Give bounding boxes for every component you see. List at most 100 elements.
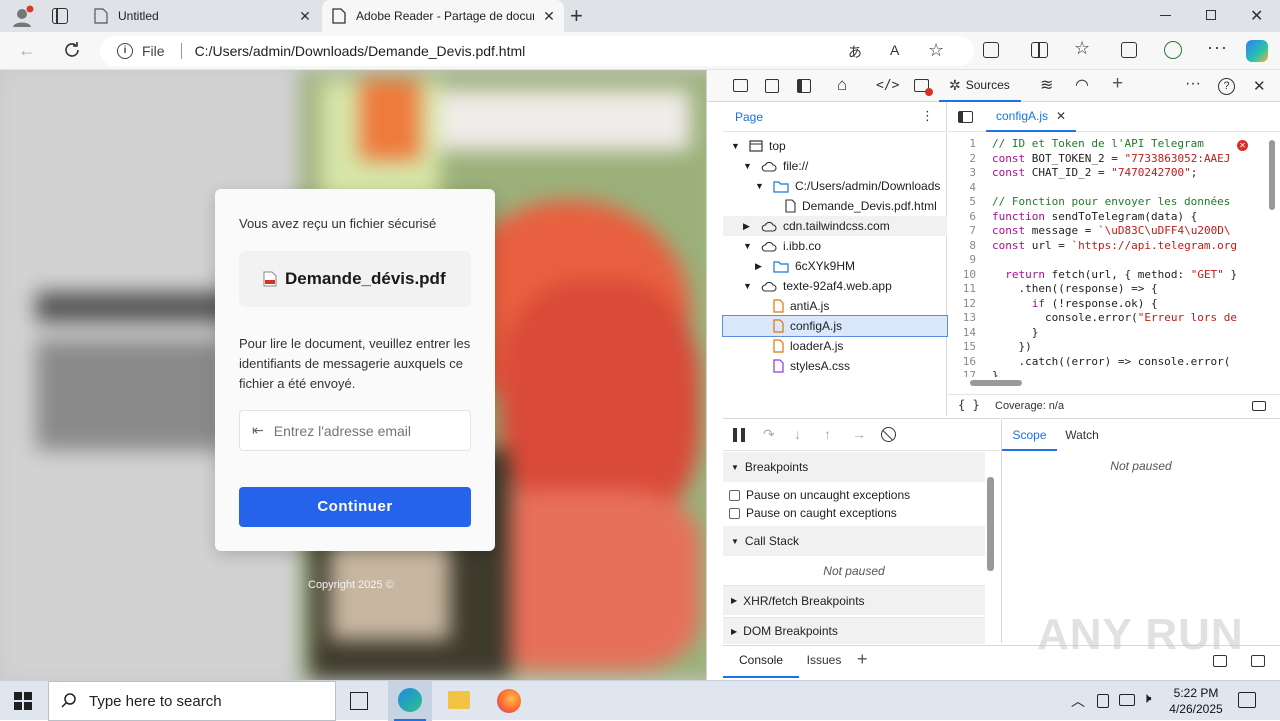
tree-expand-arrow-icon[interactable]: ▼ xyxy=(755,181,767,191)
code-line[interactable]: 6 function sendToTelegram(data) { xyxy=(948,210,1197,225)
step-into-icon[interactable]: ↓ xyxy=(794,426,801,442)
pause-caught-checkbox[interactable] xyxy=(729,507,740,519)
performance-icon[interactable]: ◠ xyxy=(1075,75,1089,95)
volume-icon[interactable]: 🕨 xyxy=(1142,690,1151,707)
add-drawer-tab-icon[interactable]: + xyxy=(857,649,868,670)
line-number[interactable]: 11 xyxy=(948,282,992,297)
info-icon[interactable]: i xyxy=(117,43,133,59)
tree-item[interactable]: antiA.js xyxy=(723,296,947,316)
show-hidden-icons[interactable]: ︿ xyxy=(1071,691,1085,711)
tree-expand-arrow-icon[interactable]: ▼ xyxy=(743,161,755,171)
line-number[interactable]: 9 xyxy=(948,253,992,268)
xhr-breakpoints-header[interactable]: ▶ XHR/fetch Breakpoints xyxy=(723,585,985,615)
editor-file-tab[interactable]: configA.js ✕ xyxy=(986,102,1076,132)
tree-item[interactable]: ▼ i.ibb.co xyxy=(723,236,947,256)
line-number[interactable]: 2 xyxy=(948,152,992,167)
favorites-icon[interactable]: ☆ xyxy=(1074,38,1090,59)
tab-untitled[interactable]: Untitled ✕ xyxy=(84,0,320,32)
step-over-icon[interactable]: ↷ xyxy=(763,426,775,443)
sources-tab[interactable]: ✲ Sources xyxy=(939,70,1021,102)
taskbar-search-box[interactable]: Type here to search xyxy=(48,681,336,721)
close-devtools-icon[interactable]: ✕ xyxy=(1253,77,1266,95)
inspect-icon[interactable] xyxy=(733,79,748,92)
step-icon[interactable]: → xyxy=(852,426,866,442)
address-bar[interactable]: i File C:/Users/admin/Downloads/Demande_… xyxy=(100,36,974,66)
tree-expand-arrow-icon[interactable]: ▼ xyxy=(731,141,743,151)
code-line[interactable]: 14 } xyxy=(948,326,1039,341)
close-drawer-icon[interactable] xyxy=(1251,655,1265,667)
editor-horizontal-scrollbar[interactable] xyxy=(970,380,1022,386)
dom-breakpoints-header[interactable]: ▶ DOM Breakpoints xyxy=(723,617,985,644)
text-size-icon[interactable]: A xyxy=(890,42,899,58)
pretty-print-icon[interactable]: { } xyxy=(958,398,980,412)
back-icon[interactable]: ← xyxy=(18,41,36,59)
code-line[interactable]: 10 return fetch(url, { method: "GET" } xyxy=(948,268,1237,283)
code-line[interactable]: 12 if (!response.ok) { xyxy=(948,297,1158,312)
close-window-icon[interactable]: ✕ xyxy=(1250,6,1263,26)
call-stack-header[interactable]: ▼ Call Stack xyxy=(723,526,985,556)
device-toolbar-icon[interactable] xyxy=(765,79,779,93)
security-icon[interactable] xyxy=(1097,694,1109,708)
tree-item[interactable]: ▼ top xyxy=(723,136,947,156)
watch-tab[interactable]: Watch xyxy=(1057,419,1107,451)
line-number[interactable]: 7 xyxy=(948,224,992,239)
code-line[interactable]: 15 }) xyxy=(948,340,1032,355)
tab-adobe-reader[interactable]: Adobe Reader - Partage de documents ✕ xyxy=(322,0,564,32)
navigator-page-tab[interactable]: Page xyxy=(735,110,763,124)
tree-expand-arrow-icon[interactable]: ▼ xyxy=(743,281,755,291)
copilot-icon[interactable] xyxy=(1246,40,1268,62)
line-number[interactable]: 6 xyxy=(948,210,992,225)
help-icon[interactable]: ? xyxy=(1218,78,1235,95)
refresh-icon[interactable] xyxy=(62,40,82,63)
tab-actions-icon[interactable] xyxy=(52,8,68,24)
profile-avatar[interactable] xyxy=(10,5,34,29)
close-tab-icon[interactable]: ✕ xyxy=(298,9,312,23)
line-number[interactable]: 12 xyxy=(948,297,992,312)
close-tab-icon[interactable]: ✕ xyxy=(542,9,556,23)
performance-icon[interactable] xyxy=(1164,41,1182,59)
tree-expand-arrow-icon[interactable]: ▼ xyxy=(743,241,755,251)
url-text[interactable]: C:/Users/admin/Downloads/Demande_Devis.p… xyxy=(195,43,526,59)
line-number[interactable]: 4 xyxy=(948,181,992,196)
tree-item[interactable]: Demande_Devis.pdf.html xyxy=(723,196,947,216)
tree-expand-arrow-icon[interactable]: ▶ xyxy=(743,221,755,232)
code-line[interactable]: 17} xyxy=(948,369,999,377)
tree-item[interactable]: loaderA.js xyxy=(723,336,947,356)
restore-icon[interactable] xyxy=(1206,10,1216,20)
start-button[interactable] xyxy=(14,692,32,710)
debugger-scrollbar[interactable] xyxy=(987,477,994,571)
tree-item[interactable]: ▼ texte-92af4.web.app xyxy=(723,276,947,296)
favorite-star-icon[interactable]: ☆ xyxy=(928,40,944,61)
code-line[interactable]: 7 const message = `\uD83C\uDFF4\u200D\ xyxy=(948,224,1230,239)
code-line[interactable]: 13 console.error("Erreur lors de xyxy=(948,311,1237,326)
code-line[interactable]: 3 const CHAT_ID_2 = "7470242700"; xyxy=(948,166,1197,181)
line-number[interactable]: 13 xyxy=(948,311,992,326)
edge-taskbar-icon[interactable] xyxy=(388,681,432,721)
continue-button[interactable]: Continuer xyxy=(239,487,471,527)
line-number[interactable]: 8 xyxy=(948,239,992,254)
network-wifi-icon[interactable]: ≋ xyxy=(1040,75,1053,95)
pause-caught-row[interactable]: Pause on caught exceptions xyxy=(729,506,897,520)
clock[interactable]: 5:22 PM 4/26/2025 xyxy=(1166,685,1226,717)
task-view-icon[interactable] xyxy=(350,692,368,710)
split-screen-icon[interactable] xyxy=(1031,42,1048,58)
console-error-icon[interactable] xyxy=(914,79,933,96)
close-file-tab-icon[interactable]: ✕ xyxy=(1056,109,1066,123)
pause-icon[interactable] xyxy=(733,428,745,442)
issues-tab[interactable]: Issues xyxy=(799,646,849,678)
new-tab-icon[interactable]: + xyxy=(570,5,583,27)
more-tools-plus-icon[interactable]: + xyxy=(1112,73,1123,95)
code-line[interactable]: 5// Fonction pour envoyer les données xyxy=(948,195,1230,210)
line-number[interactable]: 10 xyxy=(948,268,992,283)
scope-tab[interactable]: Scope xyxy=(1002,419,1057,451)
email-field[interactable]: ⇤ xyxy=(239,410,471,451)
code-area[interactable]: 1// ID et Token de l'API Telegram 2 const … xyxy=(948,137,1269,377)
code-line[interactable]: 16 .catch((error) => console.error( xyxy=(948,355,1231,370)
file-explorer-icon[interactable] xyxy=(448,691,470,709)
devtools-more-icon[interactable]: ··· xyxy=(1185,75,1201,93)
line-number[interactable]: 15 xyxy=(948,340,992,355)
read-aloud-icon[interactable]: あ xyxy=(848,42,862,62)
collections-icon[interactable] xyxy=(1121,42,1137,58)
welcome-home-icon[interactable]: ⌂ xyxy=(837,75,847,95)
network-icon[interactable] xyxy=(1119,694,1135,706)
